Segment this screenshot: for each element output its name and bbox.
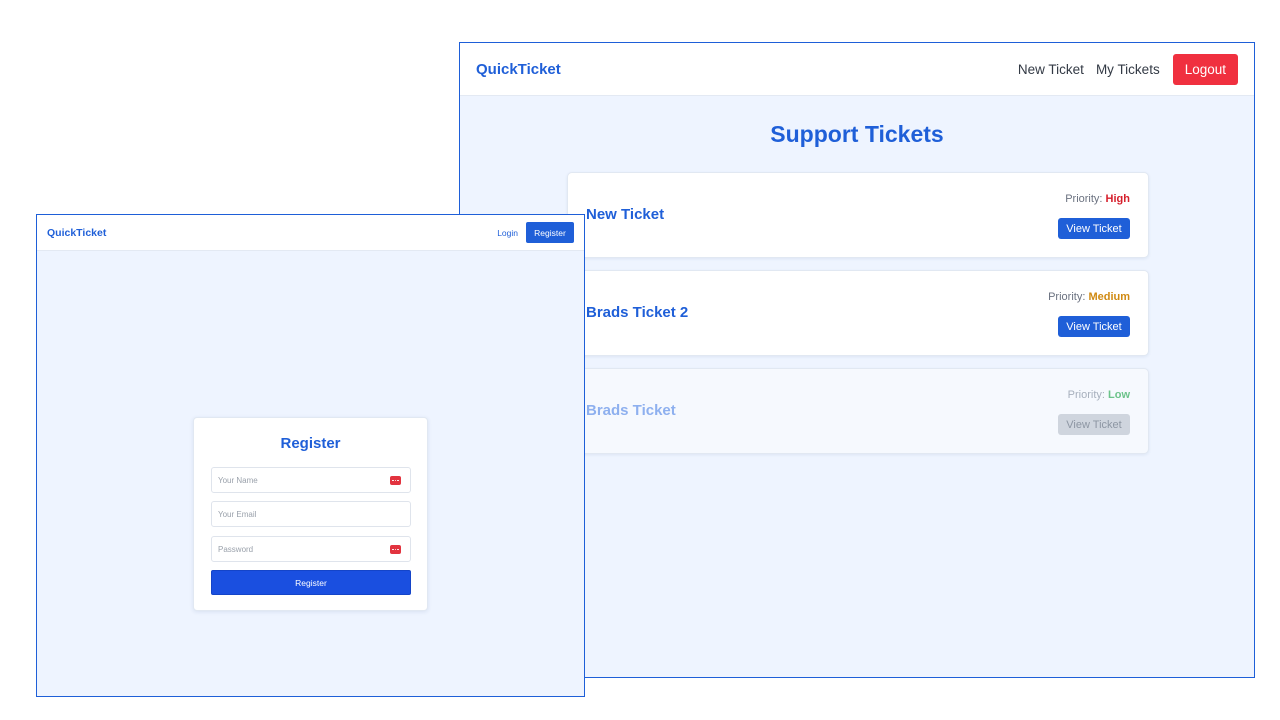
password-manager-icon[interactable]	[390, 476, 401, 485]
password-manager-icon[interactable]	[390, 545, 401, 554]
ticket-title: New Ticket	[586, 206, 665, 223]
login-link[interactable]: Login	[497, 228, 518, 238]
view-ticket-button[interactable]: View Ticket	[1058, 316, 1130, 337]
ticket-card: New Ticket Priority: High View Ticket	[567, 172, 1149, 258]
email-field[interactable]	[211, 501, 411, 527]
priority-value: Low	[1108, 389, 1130, 401]
register-title: Register	[280, 435, 341, 452]
register-navbar: QuickTicket Login Register	[37, 215, 584, 251]
register-card: Register Register	[193, 417, 428, 611]
nav-links: Login Register	[497, 222, 574, 243]
ticket-priority: Priority: Medium	[1048, 291, 1130, 303]
nav-links: New Ticket My Tickets Logout	[1018, 53, 1238, 85]
ticket-priority: Priority: Low	[1068, 389, 1130, 401]
register-window: QuickTicket Login Register Register Regi…	[36, 214, 585, 697]
register-submit-button[interactable]: Register	[211, 570, 411, 595]
priority-label: Priority:	[1065, 193, 1103, 205]
priority-label: Priority:	[1048, 291, 1086, 303]
brand-logo[interactable]: QuickTicket	[476, 61, 561, 78]
password-input[interactable]	[218, 544, 388, 554]
brand-logo[interactable]: QuickTicket	[47, 227, 106, 239]
register-nav-button[interactable]: Register	[526, 222, 574, 243]
logout-button[interactable]: Logout	[1172, 53, 1238, 85]
tickets-navbar: QuickTicket New Ticket My Tickets Logout	[460, 43, 1254, 96]
new-ticket-link[interactable]: New Ticket	[1018, 62, 1084, 77]
page-title: Support Tickets	[770, 121, 944, 147]
name-field[interactable]	[211, 467, 411, 493]
my-tickets-link[interactable]: My Tickets	[1096, 62, 1160, 77]
priority-label: Priority:	[1067, 389, 1105, 401]
name-input[interactable]	[218, 475, 388, 485]
ticket-priority: Priority: High	[1065, 193, 1130, 205]
view-ticket-button[interactable]: View Ticket	[1058, 218, 1130, 239]
ticket-list: New Ticket Priority: High View Ticket Br…	[567, 172, 1149, 466]
ticket-card: Brads Ticket 2 Priority: Medium View Tic…	[567, 270, 1149, 356]
priority-value: High	[1105, 193, 1130, 205]
view-ticket-button[interactable]: View Ticket	[1058, 414, 1130, 435]
password-field[interactable]	[211, 536, 411, 562]
ticket-card: Brads Ticket Priority: Low View Ticket	[567, 368, 1149, 454]
ticket-title: Brads Ticket	[586, 402, 676, 419]
email-input[interactable]	[218, 509, 388, 519]
ticket-title: Brads Ticket 2	[586, 304, 689, 321]
priority-value: Medium	[1088, 291, 1130, 303]
